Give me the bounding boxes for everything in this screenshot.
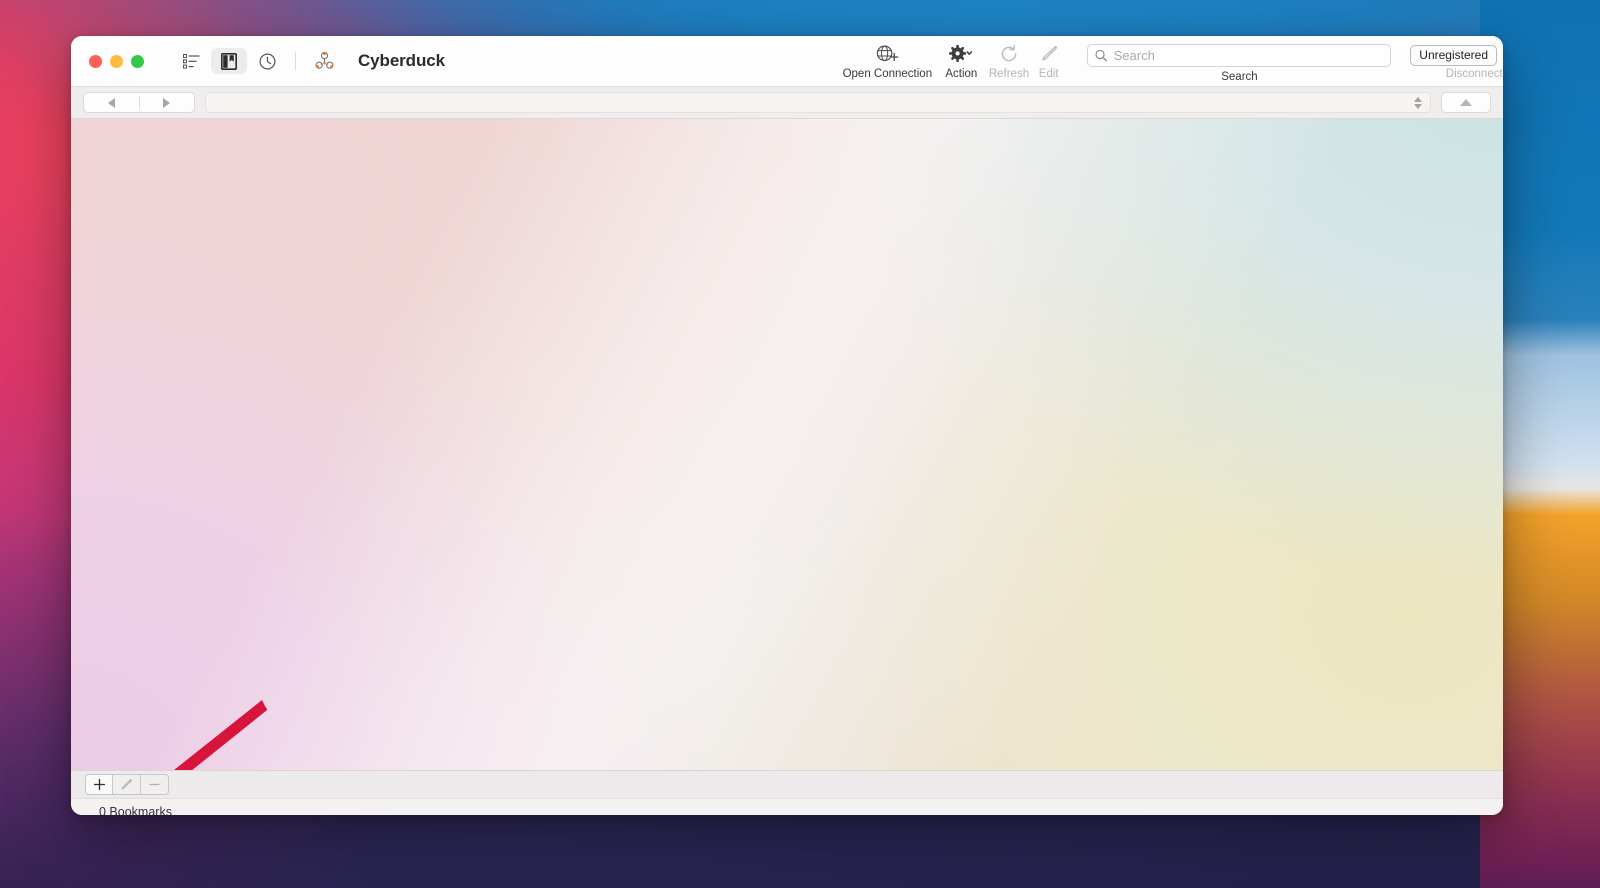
desktop-background: Cyberduck Open Connection Action Refresh… (0, 0, 1600, 888)
traffic-light-group (89, 54, 144, 68)
bonjour-view-button[interactable] (306, 48, 342, 74)
path-action-button[interactable] (1441, 92, 1491, 113)
open-connection-label: Open Connection (842, 68, 933, 80)
up-down-stepper-icon[interactable] (1414, 96, 1422, 109)
triangle-up-icon (1460, 99, 1472, 106)
bonjour-network-icon (315, 52, 333, 69)
close-button[interactable] (89, 54, 102, 68)
bookmarks-view-button[interactable] (211, 48, 247, 74)
page-title: Cyberduck (358, 51, 445, 70)
clock-icon (258, 52, 276, 70)
search-input[interactable] (1113, 48, 1384, 63)
bookmark-button-group (85, 774, 169, 795)
minimize-button[interactable] (110, 54, 123, 68)
status-badge[interactable]: Unregistered (1410, 45, 1497, 66)
action-label: Action (945, 68, 978, 80)
red-arrow-annotation (174, 700, 267, 770)
globe-plus-icon (875, 43, 899, 65)
search-area: Search (1087, 36, 1392, 83)
bookmark-toolbar (71, 770, 1503, 798)
disconnect-label: Disconnect (1445, 68, 1503, 80)
toolbar-divider (295, 52, 296, 70)
action-button[interactable]: Action (941, 36, 982, 80)
edit-label: Edit (1038, 68, 1059, 80)
window-titlebar: Cyberduck Open Connection Action Refresh… (71, 36, 1503, 86)
refresh-icon (999, 43, 1019, 65)
back-button[interactable] (84, 97, 139, 108)
open-connection-button[interactable]: Open Connection (843, 36, 932, 80)
edit-bookmark-button[interactable] (113, 774, 141, 795)
delete-bookmark-button[interactable] (141, 774, 169, 795)
sidebar-toggle-button[interactable] (173, 48, 209, 74)
minus-icon (149, 783, 160, 786)
add-bookmark-button[interactable] (85, 774, 113, 795)
bookmark-list-area[interactable] (71, 119, 1503, 770)
history-nav-group (83, 92, 195, 113)
cyberduck-window: Cyberduck Open Connection Action Refresh… (71, 36, 1503, 815)
magnifier-icon (1095, 49, 1108, 62)
chevron-right-icon (163, 97, 171, 108)
path-field[interactable] (205, 92, 1431, 113)
view-switcher-group (173, 48, 342, 74)
bookmark-book-icon (221, 52, 237, 70)
navigation-bar (71, 86, 1503, 119)
chevron-left-icon (107, 97, 115, 108)
status-bar: 0 Bookmarks (71, 798, 1503, 815)
search-label: Search (1221, 71, 1258, 83)
edit-button[interactable]: Edit (1034, 36, 1064, 80)
refresh-button[interactable]: Refresh (988, 36, 1030, 80)
pencil-icon (1039, 43, 1059, 65)
refresh-label: Refresh (988, 68, 1030, 80)
maximize-button[interactable] (131, 54, 144, 68)
search-box[interactable] (1087, 44, 1392, 67)
forward-button[interactable] (140, 97, 195, 108)
bookmark-count-label: 0 Bookmarks (99, 805, 172, 815)
pencil-icon (121, 778, 133, 790)
toolbar-items: Open Connection Action Refresh Edit Sear… (843, 36, 1503, 86)
history-view-button[interactable] (249, 48, 285, 74)
gear-chevron-icon (948, 43, 974, 65)
plus-icon (93, 779, 105, 790)
list-outline-icon (182, 53, 200, 69)
